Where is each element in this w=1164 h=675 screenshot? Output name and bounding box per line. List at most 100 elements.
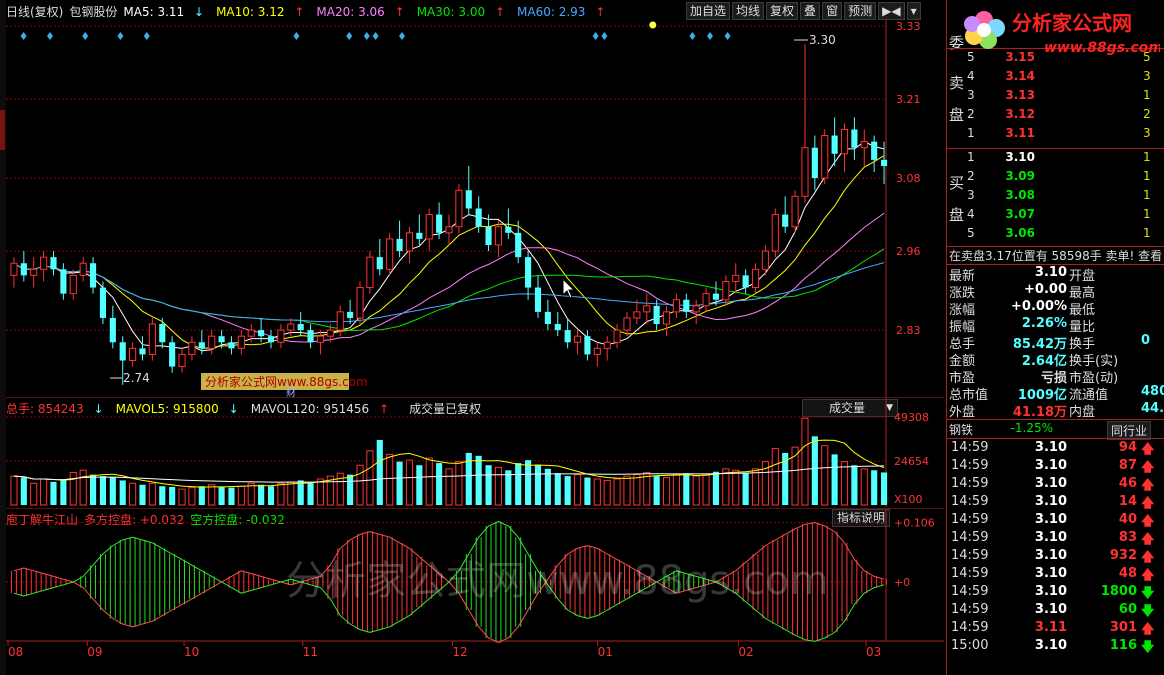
buy-order-row[interactable]: 5 3.06 1 bbox=[947, 226, 1164, 244]
window-button[interactable]: 窗 bbox=[822, 2, 843, 20]
volume-bar-up bbox=[702, 474, 710, 506]
date-tick-label: 02 bbox=[738, 645, 753, 659]
candle-body-down bbox=[139, 348, 146, 355]
candle-body-down bbox=[534, 287, 542, 312]
tick-row: 14:59 3.10 94 🡅 bbox=[947, 440, 1164, 458]
buy-order-row[interactable]: 4 3.07 1 bbox=[947, 207, 1164, 225]
candle-body-down bbox=[831, 135, 838, 154]
tick-row: 15:00 3.10 116 🡇 bbox=[947, 638, 1164, 656]
add-watchlist-button[interactable]: 加自选 bbox=[686, 2, 731, 20]
date-tick-label: 01 bbox=[598, 645, 613, 659]
volume-bar-up bbox=[69, 471, 77, 506]
ma10-value: MA10: 3.12 ↑ bbox=[216, 5, 310, 19]
candle-body-up bbox=[79, 262, 87, 276]
volume-bar-up bbox=[623, 475, 631, 506]
stock-chart-app: 日线(复权) 包钢股份 MA5: 3.11 ↓ MA10: 3.12 ↑ MA20: 3… bbox=[0, 0, 1164, 675]
volume-bar-down bbox=[347, 474, 354, 505]
logo-text: 分析家公式网 bbox=[1012, 11, 1132, 35]
volume-bar-up bbox=[316, 478, 325, 506]
date-tick-label: 10 bbox=[184, 645, 199, 659]
buy-order-row[interactable]: 3 3.08 1 bbox=[947, 188, 1164, 206]
candle-body-up bbox=[633, 311, 641, 319]
candle-body-down bbox=[60, 269, 67, 294]
sell-order-row[interactable]: 1 3.11 3 bbox=[947, 126, 1164, 144]
tick-price: 3.10 bbox=[1034, 476, 1067, 491]
candle-body-down bbox=[782, 214, 789, 227]
volume-bar-down bbox=[307, 483, 314, 505]
volume-bar-down bbox=[376, 439, 383, 505]
candle-body-up bbox=[188, 341, 196, 355]
candle-body-up bbox=[178, 353, 186, 368]
sell-level: 1 bbox=[967, 126, 975, 140]
sell-order-row[interactable]: 4 3.14 3 bbox=[947, 69, 1164, 87]
volume-tick-label: 24654 bbox=[894, 455, 929, 468]
large-order-ticker[interactable]: 在卖盘3.17位置有 58598手 卖单! 查看 bbox=[949, 247, 1163, 263]
tick-time: 14:59 bbox=[951, 494, 989, 509]
buy-level: 2 bbox=[967, 169, 975, 183]
signal-diamond-icon bbox=[724, 32, 731, 40]
volume-tick-label: X100 bbox=[894, 493, 923, 506]
tick-row: 14:59 3.10 1800 🡇 bbox=[947, 584, 1164, 602]
tick-price: 3.10 bbox=[1034, 530, 1067, 545]
tick-time: 14:59 bbox=[951, 476, 989, 491]
buy-order-row[interactable]: 1 3.10 1 bbox=[947, 150, 1164, 168]
candle-body-up bbox=[702, 293, 710, 307]
candle-body-up bbox=[801, 147, 809, 197]
tick-price: 3.10 bbox=[1034, 494, 1067, 509]
volume-bar-up bbox=[129, 482, 137, 506]
volume-bar-down bbox=[554, 473, 561, 505]
indicator-chart[interactable]: +0.106 +0 分析家公式网www.88gs.com 08 09 10 11 12 01… bbox=[6, 508, 944, 675]
volume-bar-down bbox=[831, 454, 838, 505]
chevron-down-icon[interactable]: ▾ bbox=[906, 2, 921, 20]
tick-volume: 116 bbox=[1109, 638, 1137, 653]
candle-body-down bbox=[50, 257, 57, 270]
candlestick-chart[interactable]: 3.33 3.21 3.08 2.96 2.83 3.30 2.74 分析家公式网www… bbox=[6, 20, 944, 397]
adjust-price-button[interactable]: 复权 bbox=[766, 2, 799, 20]
tick-volume: 83 bbox=[1118, 530, 1137, 545]
volume-bar-up bbox=[840, 461, 849, 506]
ma-line-button[interactable]: 均线 bbox=[732, 2, 765, 20]
date-tick-label: 08 bbox=[8, 645, 23, 659]
volume-bar-down bbox=[139, 484, 146, 505]
candle-body-down bbox=[89, 263, 97, 288]
chart-type-label[interactable]: 日线(复权) bbox=[6, 5, 63, 19]
volume-bar-down bbox=[534, 464, 542, 505]
tick-row: 14:59 3.10 40 🡅 bbox=[947, 512, 1164, 530]
sector-name: 钢铁 bbox=[949, 423, 974, 437]
tick-time: 14:59 bbox=[951, 440, 989, 455]
tick-time: 14:59 bbox=[951, 566, 989, 581]
ma20-value: MA20: 3.06 ↑ bbox=[316, 5, 410, 19]
volume-bar-down bbox=[584, 477, 591, 505]
volume-bar-up bbox=[494, 466, 503, 506]
candle-body-down bbox=[347, 311, 354, 318]
sell-price: 3.14 bbox=[1005, 69, 1035, 83]
volume-bar-down bbox=[505, 470, 512, 505]
candle-body-up bbox=[761, 250, 769, 270]
buy-volume: 1 bbox=[1143, 188, 1151, 202]
candle-body-up bbox=[771, 214, 779, 252]
forecast-button[interactable]: 预测 bbox=[844, 2, 877, 20]
overlay-button[interactable]: 叠 bbox=[800, 2, 821, 20]
left-edge-tab[interactable] bbox=[0, 110, 5, 150]
candle-body-down bbox=[880, 159, 888, 166]
tick-time: 14:59 bbox=[951, 512, 989, 527]
signal-diamond-icon bbox=[346, 32, 353, 40]
indicator-axis: +0.106 +0 bbox=[894, 517, 935, 589]
candle-body-down bbox=[416, 232, 423, 239]
signal-diamond-icon bbox=[117, 32, 124, 40]
sell-order-row[interactable]: 3 3.13 1 bbox=[947, 88, 1164, 106]
quote-row: 总手 85.42万 换手 0 bbox=[949, 333, 1163, 352]
tick-volume: 87 bbox=[1118, 458, 1137, 473]
candle-body-up bbox=[386, 238, 394, 270]
sell-order-row[interactable]: 2 3.12 2 bbox=[947, 107, 1164, 125]
signal-markers bbox=[20, 21, 731, 40]
volume-chart[interactable]: 49308 24654 X100 bbox=[6, 397, 944, 507]
tick-volume: 48 bbox=[1118, 566, 1137, 581]
candle-body-up bbox=[316, 335, 325, 343]
candle-body-down bbox=[20, 263, 27, 276]
collapse-panel-button[interactable]: ▶◀ bbox=[878, 2, 905, 20]
volume-bar-down bbox=[515, 463, 522, 505]
buy-order-row[interactable]: 2 3.09 1 bbox=[947, 169, 1164, 187]
candle-body-down bbox=[683, 299, 690, 312]
volume-bar-up bbox=[277, 482, 285, 506]
